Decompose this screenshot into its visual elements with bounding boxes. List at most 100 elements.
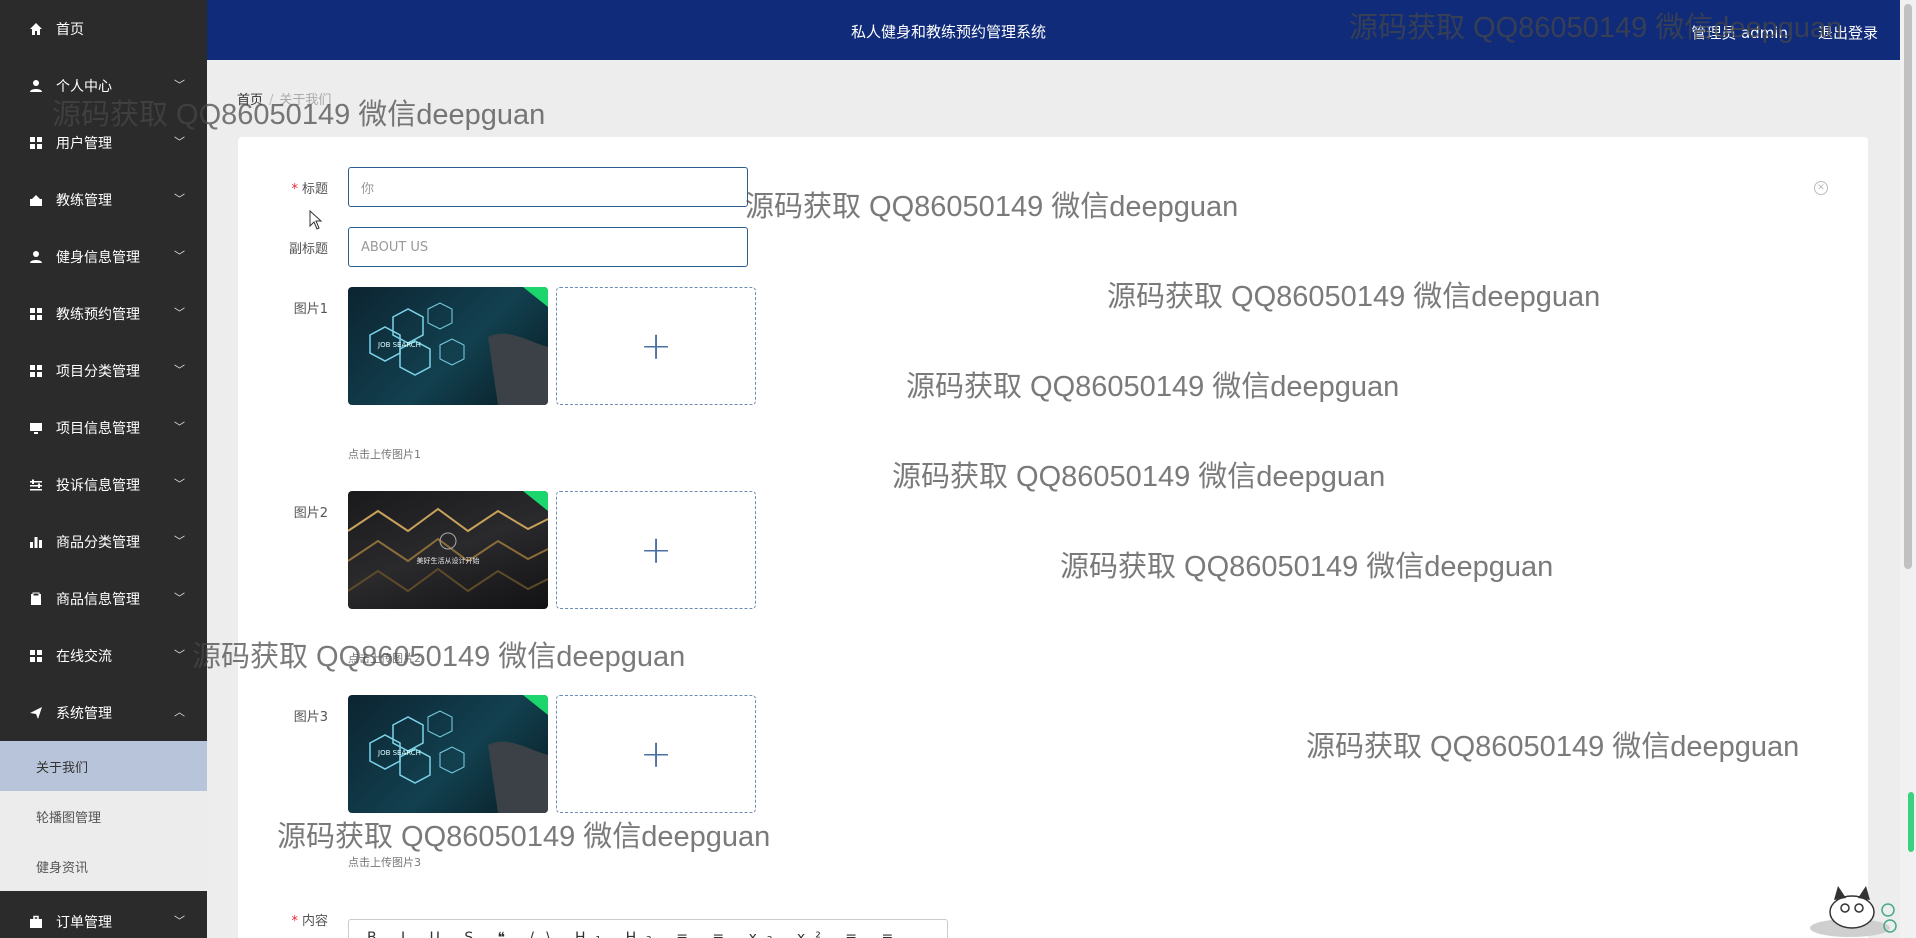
sidebar-item-label: 投诉信息管理 [56,477,140,494]
job-search-text: JOB SEARCH [377,341,421,349]
scrollbar-thumb[interactable] [1904,4,1912,569]
sidebar-item-coach-management[interactable]: 教练管理 ﹀ [0,171,207,228]
sidebar-item-label: 系统管理 [56,705,112,722]
chevron-down-icon: ﹀ [174,77,185,91]
submenu-item-carousel[interactable]: 轮播图管理 [0,791,207,841]
submenu-label: 健身资讯 [36,860,89,876]
grid-icon [28,648,44,664]
plus-icon: + [640,528,672,572]
submenu-item-fitness-news[interactable]: 健身资讯 [0,841,207,891]
coach-icon [28,192,44,208]
image3-upload-button[interactable]: + [556,695,756,813]
grid-icon [28,363,44,379]
top-header: 私人健身和教练预约管理系统 管理员 admin 退出登录 [207,0,1900,60]
sidebar-item-product-category[interactable]: 商品分类管理 ﹀ [0,513,207,570]
breadcrumb-current: 关于我们 [279,93,332,108]
user-label: 管理员 admin [1691,24,1788,42]
chevron-up-icon: ︿ [174,704,185,718]
sidebar-item-label: 商品分类管理 [56,534,140,551]
system-submenu: 关于我们 轮播图管理 健身资讯 [0,741,207,891]
image2-caption: 美好生活从设计开始 [417,556,480,565]
image2-hint: 点击上传图片2 [348,652,421,665]
sidebar-item-label: 项目分类管理 [56,363,140,380]
breadcrumb-home[interactable]: 首页 [237,93,263,108]
chevron-down-icon: ﹀ [174,419,185,433]
chevron-down-icon: ﹀ [174,362,185,376]
sidebar-item-order-management[interactable]: 订单管理 ﹀ [0,893,207,938]
job-search-text: JOB SEARCH [377,749,421,757]
image3-thumbnail[interactable]: JOB SEARCH [348,695,548,813]
sidebar-item-user-management[interactable]: 用户管理 ﹀ [0,114,207,171]
subtitle-label: 副标题 [288,242,328,257]
title-input[interactable]: 你 [348,167,748,207]
image1-label: 图片1 [293,302,328,317]
sidebar-item-coach-booking[interactable]: 教练预约管理 ﹀ [0,285,207,342]
sidebar-item-product-info[interactable]: 商品信息管理 ﹀ [0,570,207,627]
grid-icon [28,306,44,322]
sidebar-item-label: 在线交流 [56,648,112,665]
close-icon[interactable]: ✕ [1814,181,1828,195]
sidebar-item-home[interactable]: 首页 [0,0,207,57]
chevron-down-icon: ﹀ [174,647,185,661]
image1-thumbnail[interactable]: JOB SEARCH [348,287,548,405]
sidebar-item-online-chat[interactable]: 在线交流 ﹀ [0,627,207,684]
image3-label: 图片3 [293,710,328,725]
sidebar-item-label: 商品信息管理 [56,591,140,608]
logout-button[interactable]: 退出登录 [1818,22,1878,43]
content-label: * 内容 [291,914,328,929]
mouse-cursor-icon [309,209,323,234]
breadcrumb-separator: / [269,93,274,108]
chevron-down-icon: ﹀ [174,305,185,319]
side-indicator [1908,792,1914,852]
image3-hint: 点击上传图片3 [348,856,421,869]
subtitle-input[interactable]: ABOUT US [348,227,748,267]
chevron-down-icon: ﹀ [174,533,185,547]
chevron-down-icon: ﹀ [174,590,185,604]
sidebar-item-label: 个人中心 [56,78,112,95]
sidebar-item-label: 健身信息管理 [56,249,140,266]
bar-chart-icon [28,534,44,550]
image2-upload-button[interactable]: + [556,491,756,609]
sidebar: 首页 个人中心 ﹀ 用户管理 ﹀ 教练管理 ﹀ 健身信息管理 ﹀ 教练预约管理 … [0,0,207,938]
chevron-down-icon: ﹀ [174,191,185,205]
about-us-form-card: ✕ * 标题 你 副标题 ABOUT US 图片1 JOB SEARCH + 点击… [238,137,1868,938]
image2-label: 图片2 [293,506,328,521]
sliders-icon [28,477,44,493]
sidebar-item-complaint-info[interactable]: 投诉信息管理 ﹀ [0,456,207,513]
monitor-icon [28,420,44,436]
chevron-down-icon: ﹀ [174,476,185,490]
sidebar-item-label: 项目信息管理 [56,420,140,437]
sidebar-item-system-management[interactable]: 系统管理 ︿ [0,684,207,741]
sidebar-item-label: 用户管理 [56,135,112,152]
plus-icon: + [640,324,672,368]
title-label: * 标题 [291,182,328,197]
submenu-item-about-us[interactable]: 关于我们 [0,741,207,791]
submenu-label: 轮播图管理 [36,810,102,826]
rich-text-editor-toolbar[interactable]: B I U S ❝ ⟨⟩ H₁ H₂ ≡ ≡ x₂ x² ≡ ≡ [348,919,948,938]
sidebar-item-fitness-info[interactable]: 健身信息管理 ﹀ [0,228,207,285]
sidebar-item-label: 教练管理 [56,192,112,209]
sidebar-item-label: 首页 [56,21,84,38]
mascot-cat-icon[interactable] [1800,870,1900,938]
sidebar-item-label: 订单管理 [56,914,112,931]
sidebar-item-project-info[interactable]: 项目信息管理 ﹀ [0,399,207,456]
user-icon [28,78,44,94]
briefcase-icon [28,914,44,930]
clipboard-icon [28,591,44,607]
plus-icon: + [640,732,672,776]
submenu-label: 关于我们 [36,760,89,776]
chevron-down-icon: ﹀ [174,134,185,148]
user-icon [28,249,44,265]
chevron-down-icon: ﹀ [174,248,185,262]
app-title: 私人健身和教练预约管理系统 [850,23,1046,41]
sidebar-item-label: 教练预约管理 [56,306,140,323]
sidebar-item-project-category[interactable]: 项目分类管理 ﹀ [0,342,207,399]
image2-thumbnail[interactable]: 美好生活从设计开始 [348,491,548,609]
sidebar-item-personal-center[interactable]: 个人中心 ﹀ [0,57,207,114]
breadcrumb: 首页 / 关于我们 [237,89,331,108]
image1-hint: 点击上传图片1 [348,448,421,461]
image1-upload-button[interactable]: + [556,287,756,405]
home-icon [28,21,44,37]
chevron-down-icon: ﹀ [174,913,185,927]
grid-icon [28,135,44,151]
